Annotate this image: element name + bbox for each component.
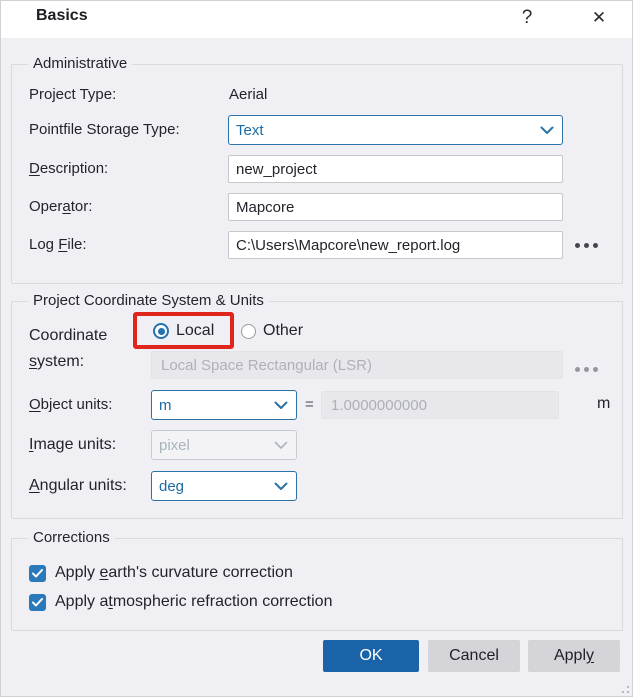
radio-selected-icon: [153, 323, 169, 339]
object-units-label: Object units:: [29, 396, 112, 413]
basics-dialog: Basics ? ✕ Administrative Project Type: …: [0, 0, 633, 697]
ok-button[interactable]: OK: [323, 640, 419, 672]
chevron-down-icon: [274, 401, 288, 410]
radio-unselected-icon: [241, 324, 256, 339]
ellipsis-icon: [575, 367, 598, 372]
object-units-value: m: [159, 397, 172, 414]
radio-other-label: Other: [263, 322, 303, 340]
description-label: Description:: [29, 160, 108, 177]
equals-sign: =: [305, 396, 314, 413]
description-input[interactable]: [228, 155, 563, 183]
atmospheric-refraction-checkbox[interactable]: Apply atmospheric refraction correction: [29, 593, 332, 611]
chevron-down-icon: [274, 441, 288, 450]
project-type-value: Aerial: [229, 86, 267, 103]
corrections-group: Corrections: [11, 538, 623, 631]
coordinate-system-label-line2: system:: [29, 353, 84, 371]
scale-value-field: 1.0000000000: [321, 391, 559, 419]
scale-unit-suffix: m: [597, 395, 610, 413]
operator-label: Operator:: [29, 198, 92, 215]
object-units-select[interactable]: m: [151, 390, 297, 420]
coordinate-system-legend: Project Coordinate System & Units: [28, 292, 269, 309]
earth-curvature-checkbox[interactable]: Apply earth's curvature correction: [29, 564, 293, 582]
chevron-down-icon: [540, 126, 554, 135]
apply-button[interactable]: Apply: [528, 640, 620, 672]
image-units-value: pixel: [159, 437, 190, 454]
radio-local-label: Local: [176, 322, 214, 340]
cancel-button[interactable]: Cancel: [428, 640, 520, 672]
radio-local[interactable]: Local: [153, 322, 214, 340]
operator-input[interactable]: [228, 193, 563, 221]
help-button[interactable]: ?: [510, 3, 544, 33]
angular-units-value: deg: [159, 478, 184, 495]
coordinate-system-label-line1: Coordinate: [29, 327, 107, 345]
pointfile-storage-value: Text: [236, 122, 264, 139]
image-units-select: pixel: [151, 430, 297, 460]
checkbox-checked-icon: [29, 594, 46, 611]
earth-curvature-label: Apply earth's curvature correction: [55, 564, 293, 582]
angular-units-label: Angular units:: [29, 477, 127, 495]
image-units-label: Image units:: [29, 436, 116, 454]
close-button[interactable]: ✕: [582, 3, 616, 33]
atmospheric-refraction-label: Apply atmospheric refraction correction: [55, 593, 332, 611]
log-file-browse-button[interactable]: [567, 231, 605, 259]
administrative-legend: Administrative: [28, 55, 132, 72]
log-file-label: Log File:: [29, 236, 87, 253]
help-icon: ?: [522, 7, 533, 29]
dialog-title: Basics: [36, 7, 88, 25]
close-icon: ✕: [592, 8, 606, 28]
pointfile-storage-select[interactable]: Text: [228, 115, 563, 145]
radio-other[interactable]: Other: [241, 322, 303, 340]
title-bar: Basics ? ✕: [1, 1, 632, 38]
ellipsis-icon: [575, 243, 598, 248]
pointfile-storage-label: Pointfile Storage Type:: [29, 121, 180, 138]
corrections-legend: Corrections: [28, 529, 115, 546]
log-file-input[interactable]: [228, 231, 563, 259]
resize-grip[interactable]: [617, 681, 629, 693]
project-type-label: Project Type:: [29, 86, 116, 103]
coordinate-system-browse-button: [567, 355, 605, 383]
chevron-down-icon: [274, 482, 288, 491]
coordinate-system-value-field: Local Space Rectangular (LSR): [151, 351, 563, 379]
checkbox-checked-icon: [29, 565, 46, 582]
angular-units-select[interactable]: deg: [151, 471, 297, 501]
